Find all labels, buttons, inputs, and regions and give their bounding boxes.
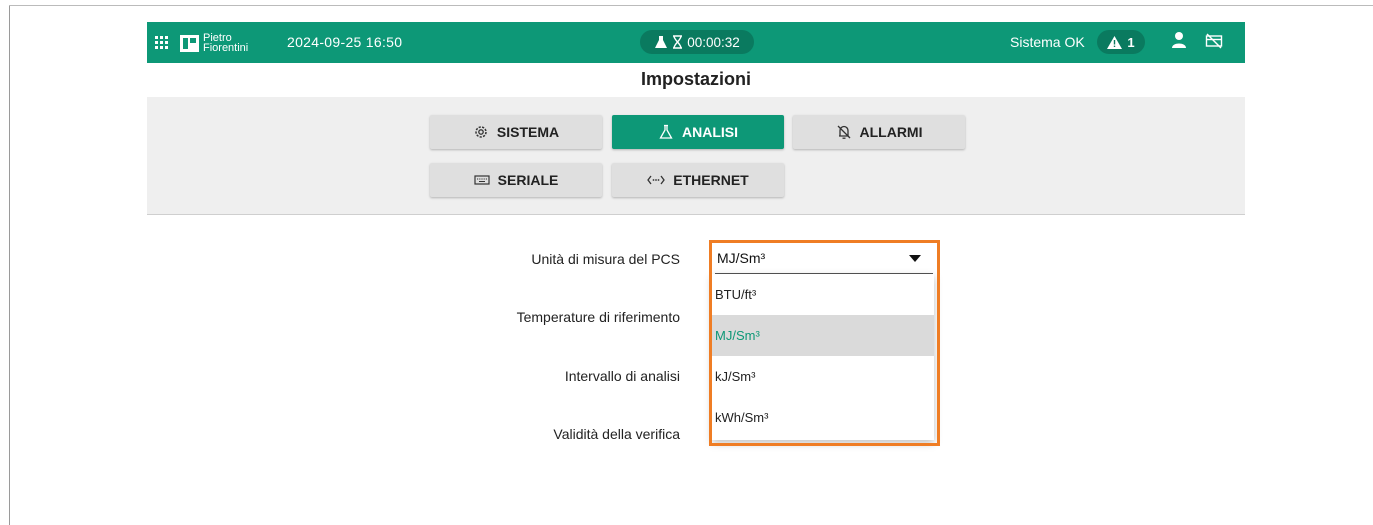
tab-label: ETHERNET: [673, 172, 749, 188]
hourglass-icon: [673, 35, 683, 49]
bell-off-icon: [837, 125, 850, 139]
analysis-timer-badge: 00:00:32: [640, 30, 754, 54]
tab-label: ALLARMI: [859, 124, 923, 140]
brand-logo: Pietro Fiorentini: [180, 33, 249, 54]
flask-icon: [655, 36, 668, 48]
reference-temp-label: Temperature di riferimento: [516, 309, 680, 325]
pcs-unit-label: Unità di misura del PCS: [531, 251, 680, 267]
system-status: Sistema OK: [1010, 34, 1085, 50]
settings-tabs-panel: SISTEMA ANALISI ALLARMI SERIALE ETHERNET: [147, 97, 1245, 215]
tab-analisi[interactable]: ANALISI: [612, 115, 784, 149]
logo-mark-icon: [180, 34, 199, 52]
tab-ethernet[interactable]: ETHERNET: [612, 163, 784, 197]
card-disabled-icon[interactable]: [1205, 33, 1223, 49]
analysis-interval-label: Intervallo di analisi: [564, 368, 680, 384]
highlight-box: [709, 240, 940, 446]
alarm-count: 1: [1127, 34, 1135, 50]
tab-sistema[interactable]: SISTEMA: [430, 115, 602, 149]
page-title: Impostazioni: [640, 69, 751, 89]
network-icon: [647, 175, 666, 185]
frame-top-line: [9, 5, 1373, 6]
apps-grid-icon[interactable]: [155, 36, 169, 50]
frame-left-line: [9, 6, 10, 525]
tab-allarmi[interactable]: ALLARMI: [793, 115, 965, 149]
keyboard-icon: [474, 175, 490, 185]
tab-seriale[interactable]: SERIALE: [430, 163, 602, 197]
flask-icon: [659, 124, 673, 139]
logo-line2: Fiorentini: [203, 42, 249, 54]
top-bar: Pietro Fiorentini 2024-09-25 16:50 00:00…: [147, 22, 1245, 63]
gear-icon: [475, 126, 487, 138]
verification-validity-label: Validità della verifica: [553, 426, 680, 442]
tab-label: ANALISI: [682, 124, 738, 140]
user-icon[interactable]: [1171, 31, 1187, 49]
alarm-badge[interactable]: 1: [1097, 30, 1145, 54]
datetime: 2024-09-25 16:50: [287, 34, 403, 50]
timer-value: 00:00:32: [687, 34, 740, 50]
warning-icon: [1107, 35, 1123, 49]
tab-label: SISTEMA: [496, 124, 560, 140]
tab-label: SERIALE: [497, 172, 559, 188]
